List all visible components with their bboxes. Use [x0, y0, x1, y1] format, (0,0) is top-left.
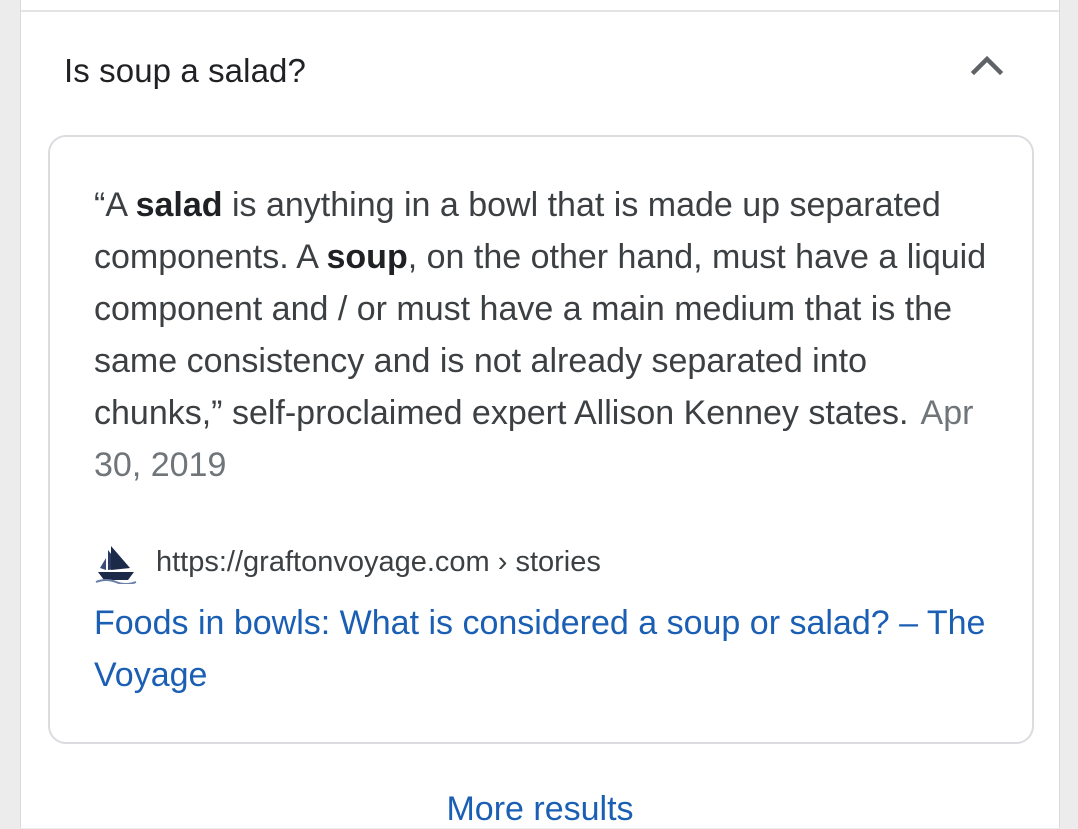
answer-panel: “A salad is anything in a bowl that is m…: [48, 135, 1034, 744]
chevron-up-icon[interactable]: [967, 50, 1007, 80]
question-text: Is soup a salad?: [64, 52, 306, 89]
ship-icon: [94, 542, 138, 584]
source-url: https://graftonvoyage.com › stories: [156, 546, 601, 578]
snippet-text: “A: [94, 186, 136, 224]
result-title-link[interactable]: Foods in bowls: What is considered a sou…: [94, 597, 994, 701]
more-results-button[interactable]: More results: [21, 790, 1059, 829]
snippet-highlight: soup: [326, 238, 408, 276]
source-citation[interactable]: https://graftonvoyage.com › stories: [94, 542, 994, 584]
related-questions-card: Is soup a salad? “A salad is anything in…: [20, 0, 1060, 828]
question-toggle[interactable]: Is soup a salad?: [21, 12, 1059, 134]
answer-snippet: “A salad is anything in a bowl that is m…: [94, 179, 994, 491]
snippet-highlight: salad: [135, 186, 223, 224]
